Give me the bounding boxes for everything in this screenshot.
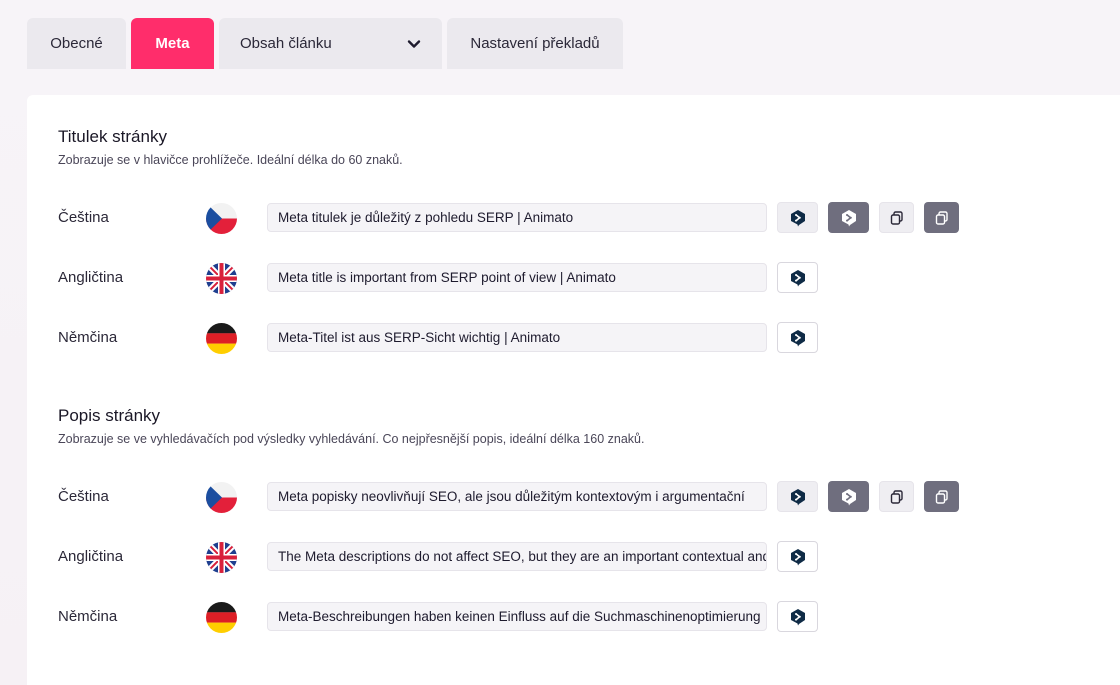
tab-bar: Obecné Meta Obsah článku Nastavení překl… <box>27 18 623 69</box>
de-flag-icon <box>206 602 237 633</box>
language-label: Čeština <box>58 488 109 505</box>
language-label: Němčina <box>58 329 118 346</box>
description-row-en: Angličtina The Meta descriptions do not … <box>27 541 1120 573</box>
tab-content-label: Obsah článku <box>240 35 332 52</box>
deepl-translate-icon <box>790 329 805 346</box>
copy-all-icon <box>935 210 948 225</box>
page-title-heading: Titulek stránky <box>58 127 167 146</box>
cz-flag-icon <box>206 203 237 234</box>
translate-button[interactable] <box>777 601 818 632</box>
copy-button[interactable] <box>879 202 914 233</box>
deepl-translate-icon <box>790 269 805 286</box>
copy-all-button[interactable] <box>924 481 959 512</box>
cz-flag-icon <box>206 482 237 513</box>
copy-all-button[interactable] <box>924 202 959 233</box>
language-label: Čeština <box>58 209 109 226</box>
description-input-en[interactable]: The Meta descriptions do not affect SEO,… <box>267 542 767 571</box>
meta-panel: Titulek stránky Zobrazuje se v hlavičce … <box>27 95 1120 685</box>
translate-button[interactable] <box>777 202 818 233</box>
title-row-cs: Čeština Meta titulek je důležitý z pohle… <box>27 202 1120 234</box>
translate-button[interactable] <box>777 541 818 572</box>
description-row-de: Němčina Meta-Beschreibungen haben keinen… <box>27 601 1120 633</box>
language-label: Němčina <box>58 608 118 625</box>
title-input-de[interactable]: Meta-Titel ist aus SERP-Sicht wichtig | … <box>267 323 767 352</box>
title-input-cs[interactable]: Meta titulek je důležitý z pohledu SERP … <box>267 203 767 232</box>
translate-all-button[interactable] <box>828 481 869 512</box>
deepl-translate-icon <box>790 548 805 565</box>
page-title-description: Zobrazuje se v hlavičce prohlížeče. Ideá… <box>58 153 403 167</box>
uk-flag-icon <box>206 263 237 294</box>
description-row-cs: Čeština Meta popisky neovlivňují SEO, al… <box>27 481 1120 513</box>
tab-general[interactable]: Obecné <box>27 18 126 69</box>
copy-all-icon <box>935 489 948 504</box>
uk-flag-icon <box>206 542 237 573</box>
deepl-translate-all-icon <box>841 209 856 226</box>
de-flag-icon <box>206 323 237 354</box>
translate-all-button[interactable] <box>828 202 869 233</box>
copy-icon <box>890 210 903 225</box>
translate-button[interactable] <box>777 481 818 512</box>
page-description-heading: Popis stránky <box>58 406 161 425</box>
deepl-translate-all-icon <box>841 488 856 505</box>
deepl-translate-icon <box>790 608 805 625</box>
language-label: Angličtina <box>58 269 124 286</box>
description-input-de[interactable]: Meta-Beschreibungen haben keinen Einflus… <box>267 602 767 631</box>
deepl-translate-icon <box>790 488 805 505</box>
translate-button[interactable] <box>777 322 818 353</box>
title-row-de: Němčina Meta-Titel ist aus SERP-Sicht wi… <box>27 322 1120 354</box>
title-row-en: Angličtina Meta title is important from … <box>27 262 1120 294</box>
description-input-cs[interactable]: Meta popisky neovlivňují SEO, ale jsou d… <box>267 482 767 511</box>
copy-icon <box>890 489 903 504</box>
deepl-translate-icon <box>790 209 805 226</box>
translate-button[interactable] <box>777 262 818 293</box>
tab-meta[interactable]: Meta <box>131 18 214 69</box>
chevron-down-icon <box>407 37 421 51</box>
language-label: Angličtina <box>58 548 124 565</box>
title-input-en[interactable]: Meta title is important from SERP point … <box>267 263 767 292</box>
tab-content-dropdown[interactable]: Obsah článku <box>219 18 442 69</box>
tab-translation-settings[interactable]: Nastavení překladů <box>447 18 623 69</box>
copy-button[interactable] <box>879 481 914 512</box>
page-description-hint: Zobrazuje se ve vyhledávačích pod výsled… <box>58 432 645 446</box>
